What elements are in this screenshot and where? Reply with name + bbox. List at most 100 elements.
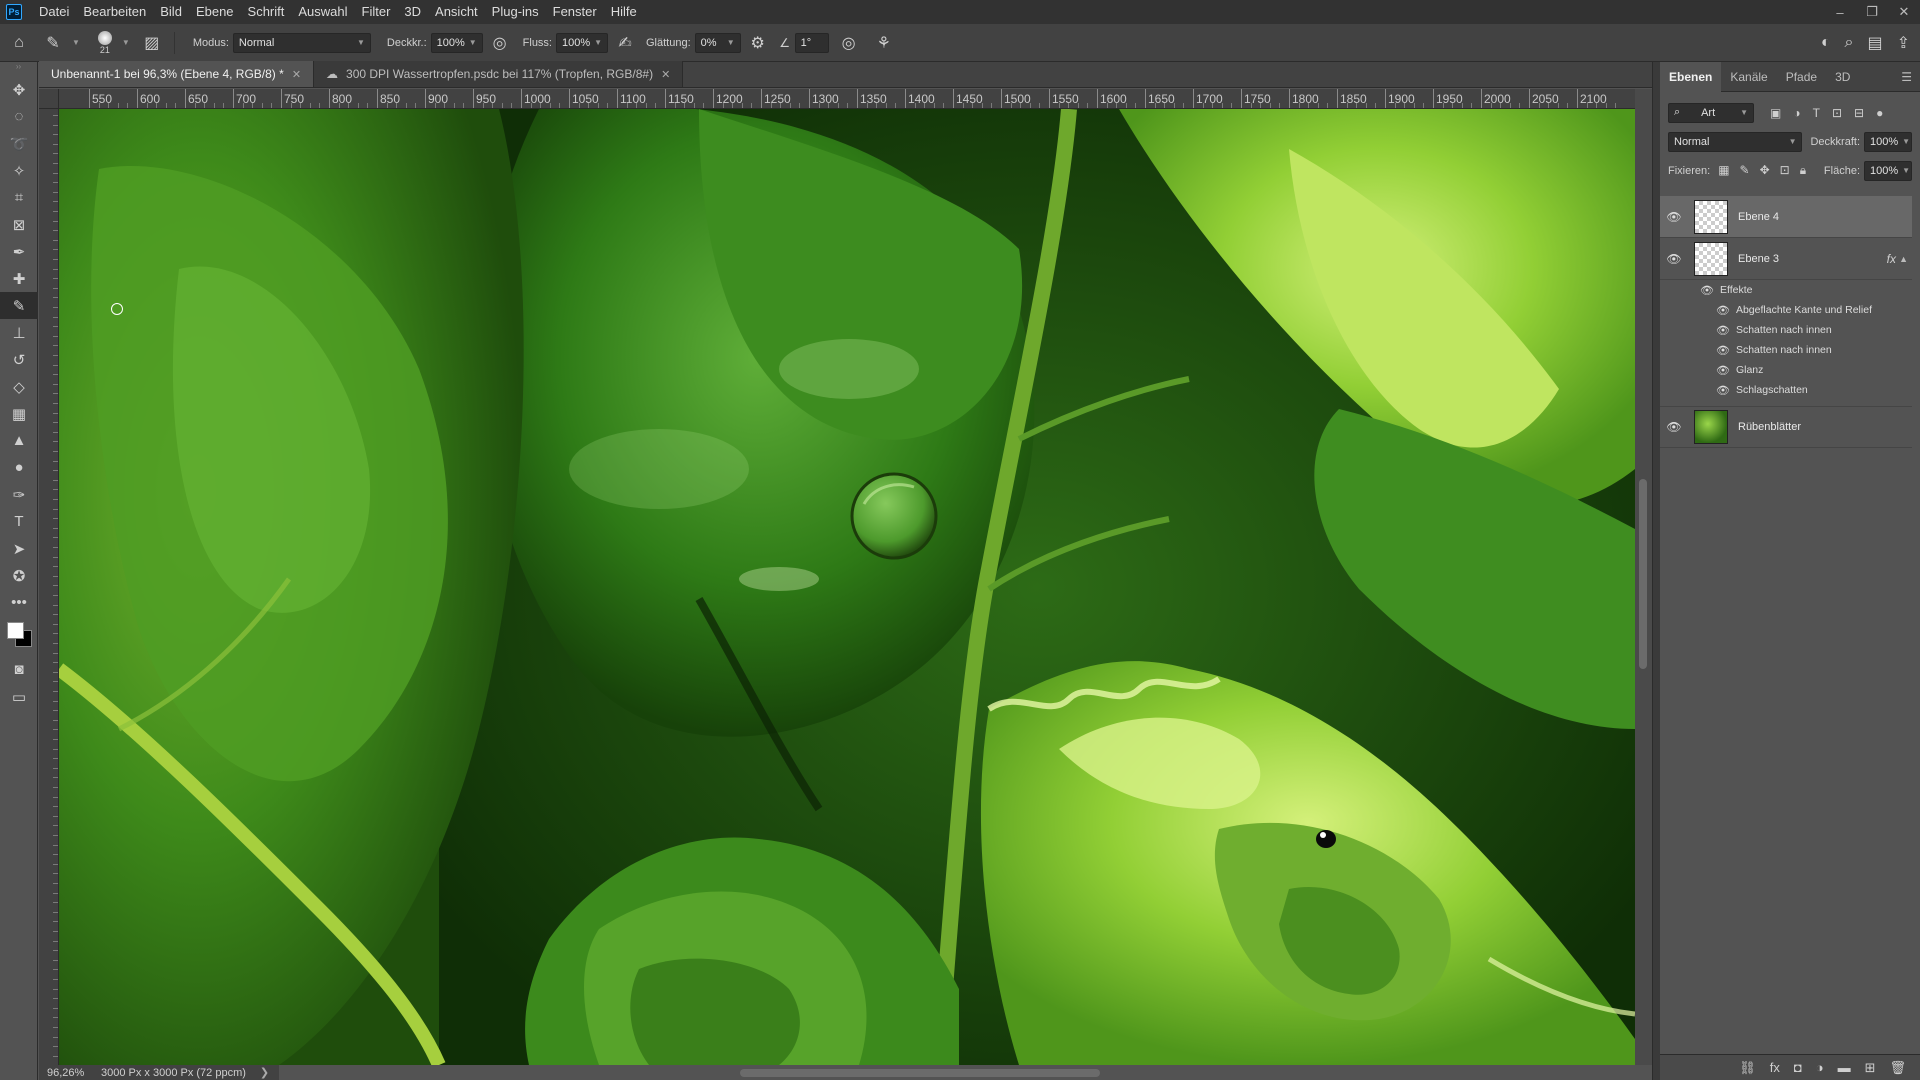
status-menu-arrow-icon[interactable]: ❯ [260, 1066, 269, 1079]
layer-ruebenblaetter[interactable]: 👁︎ Rübenblätter [1660, 406, 1912, 448]
horizontal-scrollbar-thumb[interactable] [740, 1069, 1100, 1077]
smart-object-filter-icon[interactable]: ⊟ [1854, 106, 1864, 120]
effect-row[interactable]: 👁︎ Schatten nach innen [1660, 340, 1912, 360]
canvas[interactable] [59, 109, 1635, 1065]
lock-transparent-icon[interactable]: ▦ [1718, 163, 1729, 178]
shape-filter-icon[interactable]: ⊡ [1832, 106, 1842, 120]
restore-button[interactable]: ❐ [1856, 0, 1888, 24]
vertical-scrollbar-thumb[interactable] [1639, 479, 1647, 669]
horizontal-scrollbar[interactable] [280, 1065, 1635, 1080]
home-icon[interactable]: ⌂ [0, 34, 38, 52]
menu-bild[interactable]: Bild [153, 0, 189, 24]
share-icon[interactable]: ⇪ [1897, 33, 1910, 53]
add-style-fx-icon[interactable]: fx [1770, 1060, 1780, 1075]
menu-fenster[interactable]: Fenster [546, 0, 604, 24]
smoothing-options-gear-icon[interactable]: ⚙ [741, 33, 775, 53]
effect-row[interactable]: 👁︎ Schlagschatten [1660, 380, 1912, 400]
visibility-eye-icon[interactable]: 👁︎ [1716, 364, 1730, 377]
effects-header-row[interactable]: 👁︎ Effekte [1660, 280, 1912, 300]
eraser-tool-icon[interactable]: ◇ [0, 373, 38, 400]
marquee-tool-icon[interactable]: ◌ [0, 103, 38, 130]
zoom-level[interactable]: 96,26% [39, 1067, 89, 1079]
visibility-eye-icon[interactable]: 👁︎ [1660, 420, 1688, 434]
effect-row[interactable]: 👁︎ Glanz [1660, 360, 1912, 380]
new-group-folder-icon[interactable]: ▬ [1838, 1060, 1851, 1075]
menu-bearbeiten[interactable]: Bearbeiten [76, 0, 153, 24]
add-mask-icon[interactable]: ◘ [1794, 1060, 1802, 1075]
symmetry-icon[interactable]: ⚘ [869, 33, 899, 53]
screen-mode-icon[interactable]: ▭ [0, 683, 38, 710]
menu-auswahl[interactable]: Auswahl [291, 0, 354, 24]
blend-mode-select[interactable]: Normal ▼ [1668, 131, 1803, 152]
minimize-button[interactable]: – [1824, 0, 1856, 24]
blur-tool-icon[interactable]: ▲ [0, 427, 38, 454]
link-layers-icon[interactable]: ⛓ [1739, 1060, 1756, 1076]
lock-position-move-icon[interactable]: ✥ [1760, 163, 1770, 178]
type-tool-icon[interactable]: T [0, 508, 38, 535]
menu-datei[interactable]: Datei [32, 0, 76, 24]
visibility-eye-icon[interactable]: 👁︎ [1660, 252, 1688, 266]
adjustment-filter-icon[interactable]: ◑ [1793, 106, 1800, 120]
vertical-ruler[interactable] [39, 109, 59, 1065]
new-layer-icon[interactable]: ⊞ [1865, 1060, 1876, 1076]
tab-document-1[interactable]: Unbenannt-1 bei 96,3% (Ebene 4, RGB/8) *… [39, 61, 315, 87]
visibility-eye-icon[interactable]: 👁︎ [1716, 304, 1730, 317]
brush-settings-icon[interactable]: ▨ [138, 33, 166, 53]
clone-stamp-tool-icon[interactable]: ⊥ [0, 319, 38, 346]
angle-field[interactable]: 1° [794, 32, 829, 53]
menu-ebene[interactable]: Ebene [189, 0, 241, 24]
layer-ebene-3[interactable]: 👁︎ Ebene 3 fx ▲ [1660, 238, 1912, 280]
toolbar-grip-icon[interactable]: ›› [0, 62, 37, 76]
tab-ebenen[interactable]: Ebenen [1660, 61, 1722, 92]
visibility-eye-icon[interactable]: 👁︎ [1700, 284, 1714, 297]
effect-row[interactable]: 👁︎ Schatten nach innen [1660, 320, 1912, 340]
search-icon[interactable]: ⌕ [1845, 34, 1854, 52]
menu-ansicht[interactable]: Ansicht [428, 0, 485, 24]
learn-icon[interactable]: ◐ [1821, 34, 1831, 52]
chevron-down-icon[interactable]: ▼ [122, 38, 130, 47]
visibility-eye-icon[interactable]: 👁︎ [1660, 210, 1688, 224]
lasso-tool-icon[interactable]: ➰ [0, 130, 38, 157]
more-tools-icon[interactable]: ••• [0, 589, 38, 616]
visibility-eye-icon[interactable]: 👁︎ [1716, 384, 1730, 397]
visibility-eye-icon[interactable]: 👁︎ [1716, 324, 1730, 337]
eyedropper-tool-icon[interactable]: ✒ [0, 238, 38, 265]
healing-brush-tool-icon[interactable]: ✚ [0, 265, 38, 292]
dodge-tool-icon[interactable]: ● [0, 454, 38, 481]
magic-wand-tool-icon[interactable]: ✧ [0, 157, 38, 184]
mode-select[interactable]: Normal ▼ [232, 32, 371, 53]
collapse-effects-icon[interactable]: ▲ [1899, 254, 1908, 264]
smoothing-field[interactable]: 0% ▼ [694, 32, 741, 53]
brush-tool-preset-icon[interactable]: ✎ [38, 33, 68, 53]
pixel-filter-icon[interactable]: ▣ [1770, 106, 1781, 120]
history-brush-tool-icon[interactable]: ↺ [0, 346, 38, 373]
crop-tool-icon[interactable]: ⌗ [0, 184, 38, 211]
foreground-color-swatch[interactable] [7, 622, 24, 639]
menu-3d[interactable]: 3D [397, 0, 428, 24]
airbrush-icon[interactable]: ✍ [608, 33, 642, 53]
type-filter-icon[interactable]: T [1813, 106, 1820, 120]
close-icon[interactable]: ✕ [661, 68, 670, 81]
tab-pfade[interactable]: Pfade [1777, 62, 1826, 92]
panel-collapse-strip[interactable] [1652, 62, 1660, 1080]
tab-document-2[interactable]: ☁ 300 DPI Wassertropfen.psdc bei 117% (T… [314, 61, 684, 87]
flow-field[interactable]: 100% ▼ [556, 32, 608, 53]
horizontal-ruler[interactable]: 550 600 650 700 750 800 850 900 950 1000 1050 1100 1… [59, 89, 1635, 109]
fill-field[interactable]: 100% ▼ [1864, 160, 1912, 181]
opacity-field[interactable]: 100% ▼ [430, 32, 483, 53]
vertical-scrollbar[interactable] [1635, 89, 1652, 1065]
lock-all-icon[interactable]: 🔒︎ [1800, 163, 1806, 178]
brush-preview[interactable]: 21 [92, 30, 118, 55]
tab-3d[interactable]: 3D [1826, 62, 1859, 92]
layer-ebene-4[interactable]: 👁︎ Ebene 4 [1660, 196, 1912, 238]
workspace-icon[interactable]: ▤ [1867, 33, 1882, 53]
delete-layer-trash-icon[interactable]: 🗑︎ [1889, 1060, 1906, 1076]
layer-kind-filter[interactable]: ⌕ Art ▼ [1668, 102, 1754, 123]
pressure-size-icon[interactable]: ◎ [829, 33, 869, 53]
layer-opacity-field[interactable]: 100% ▼ [1864, 131, 1912, 152]
tab-kanaele[interactable]: Kanäle [1721, 62, 1776, 92]
chevron-down-icon[interactable]: ▼ [72, 38, 80, 47]
panel-menu-icon[interactable]: ☰ [1901, 70, 1912, 84]
quick-mask-icon[interactable]: ◙ [0, 656, 38, 683]
shape-tool-icon[interactable]: ✪ [0, 562, 38, 589]
